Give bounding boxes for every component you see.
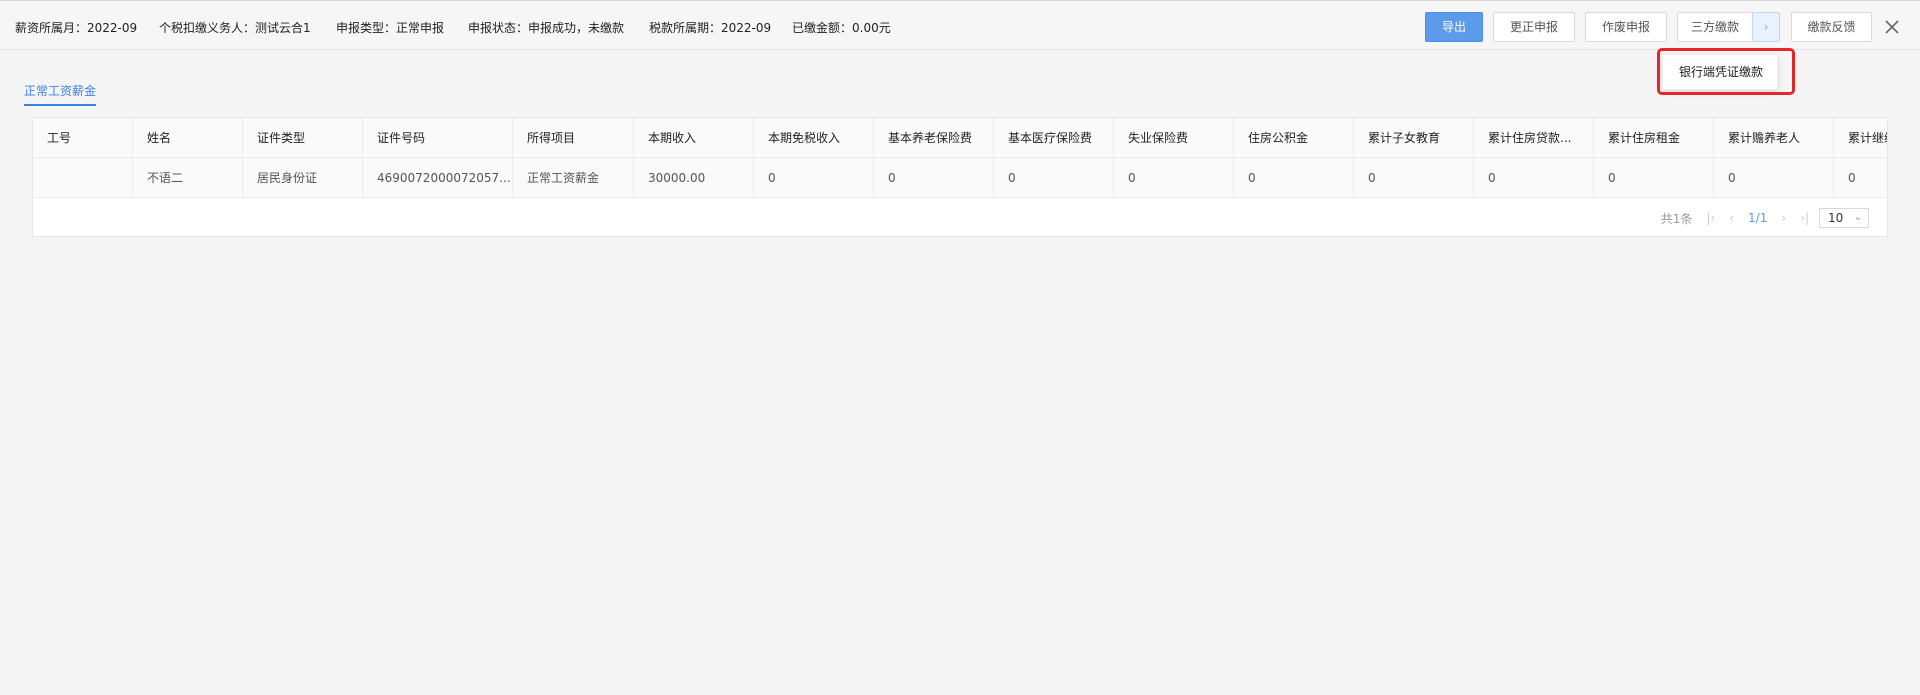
- table-cell: 0: [1114, 158, 1234, 198]
- column-header: 累计子女教育: [1354, 118, 1474, 158]
- table-cell: 4690072000072057...: [363, 158, 513, 198]
- column-header: 累计住房贷款...: [1474, 118, 1594, 158]
- table-cell: 0: [1354, 158, 1474, 198]
- prev-page-icon[interactable]: ‹: [1729, 211, 1734, 225]
- column-header: 基本养老保险费: [874, 118, 994, 158]
- pagination: 共1条 |‹ ‹ 1/1 › ›| 10 ⌄: [1661, 208, 1869, 228]
- page-size-value: 10: [1828, 211, 1844, 225]
- table-cell: [33, 158, 133, 198]
- tax-period: 税款所属期：2022-09: [649, 21, 772, 35]
- column-header: 基本医疗保险费: [994, 118, 1114, 158]
- table-cell: 0: [1234, 158, 1354, 198]
- data-table: 工号 姓名 证件类型 证件号码 所得项目 本期收入 本期免税收入 基本养老保险费 基本医疗保险费…: [33, 118, 1887, 198]
- last-page-icon[interactable]: ›|: [1800, 211, 1809, 225]
- table-cell: 不语二: [133, 158, 243, 198]
- void-declare-button[interactable]: 作废申报: [1585, 12, 1667, 42]
- table-cell: 0: [754, 158, 874, 198]
- column-header: 所得项目: [513, 118, 634, 158]
- salary-month: 薪资所属月：2022-09: [15, 21, 138, 35]
- table-cell: 0: [1834, 158, 1887, 198]
- tab-regular-salary[interactable]: 正常工资薪金: [24, 82, 97, 106]
- column-header: 累计继续: [1834, 118, 1887, 158]
- declare-type: 申报类型：正常申报: [336, 21, 445, 35]
- column-header: 失业保险费: [1114, 118, 1234, 158]
- column-header: 证件号码: [363, 118, 513, 158]
- column-header: 累计赡养老人: [1714, 118, 1834, 158]
- pagination-total: 共1条: [1660, 211, 1693, 226]
- pagination-current: 1/1: [1748, 211, 1768, 225]
- page-size-select[interactable]: 10 ⌄: [1819, 208, 1869, 228]
- table-cell: 0: [1714, 158, 1834, 198]
- third-party-pay-button[interactable]: 三方缴款: [1677, 12, 1753, 42]
- next-page-icon[interactable]: ›: [1781, 211, 1786, 225]
- column-header: 本期收入: [634, 118, 754, 158]
- data-table-card: 工号 姓名 证件类型 证件号码 所得项目 本期收入 本期免税收入 基本养老保险费 基本医疗保险费…: [32, 117, 1888, 237]
- column-header: 累计住房租金: [1594, 118, 1714, 158]
- column-header: 证件类型: [243, 118, 363, 158]
- withholder: 个税扣缴义务人：测试云合1: [159, 21, 311, 35]
- column-header: 本期免税收入: [754, 118, 874, 158]
- pay-feedback-button[interactable]: 缴款反馈: [1791, 12, 1872, 42]
- first-page-icon[interactable]: |‹: [1706, 211, 1715, 225]
- top-info-bar: 薪资所属月：2022-09 个税扣缴义务人：测试云合1 申报类型：正常申报 申报…: [0, 0, 1920, 50]
- table-cell: 0: [1594, 158, 1714, 198]
- column-header: 工号: [33, 118, 133, 158]
- table-cell: 30000.00: [634, 158, 754, 198]
- third-party-dropdown-toggle[interactable]: ›: [1752, 12, 1780, 42]
- highlight-annotation: [1657, 48, 1795, 95]
- paid-amount: 已缴金额：0.00元: [792, 21, 891, 35]
- close-icon[interactable]: [1882, 17, 1902, 37]
- table-row[interactable]: 不语二 居民身份证 4690072000072057... 正常工资薪金 30000.0…: [33, 158, 1887, 198]
- table-cell: 0: [994, 158, 1114, 198]
- column-header: 姓名: [133, 118, 243, 158]
- declare-status: 申报状态：申报成功，未缴款: [468, 21, 625, 35]
- table-cell: 0: [1474, 158, 1594, 198]
- export-button[interactable]: 导出: [1425, 12, 1483, 42]
- correct-declare-button[interactable]: 更正申报: [1493, 12, 1575, 42]
- table-header-row: 工号 姓名 证件类型 证件号码 所得项目 本期收入 本期免税收入 基本养老保险费 基本医疗保险费…: [33, 118, 1887, 158]
- chevron-down-icon: ⌄: [1853, 212, 1862, 223]
- column-header: 住房公积金: [1234, 118, 1354, 158]
- table-cell: 居民身份证: [243, 158, 363, 198]
- table-cell: 正常工资薪金: [513, 158, 634, 198]
- table-cell: 0: [874, 158, 994, 198]
